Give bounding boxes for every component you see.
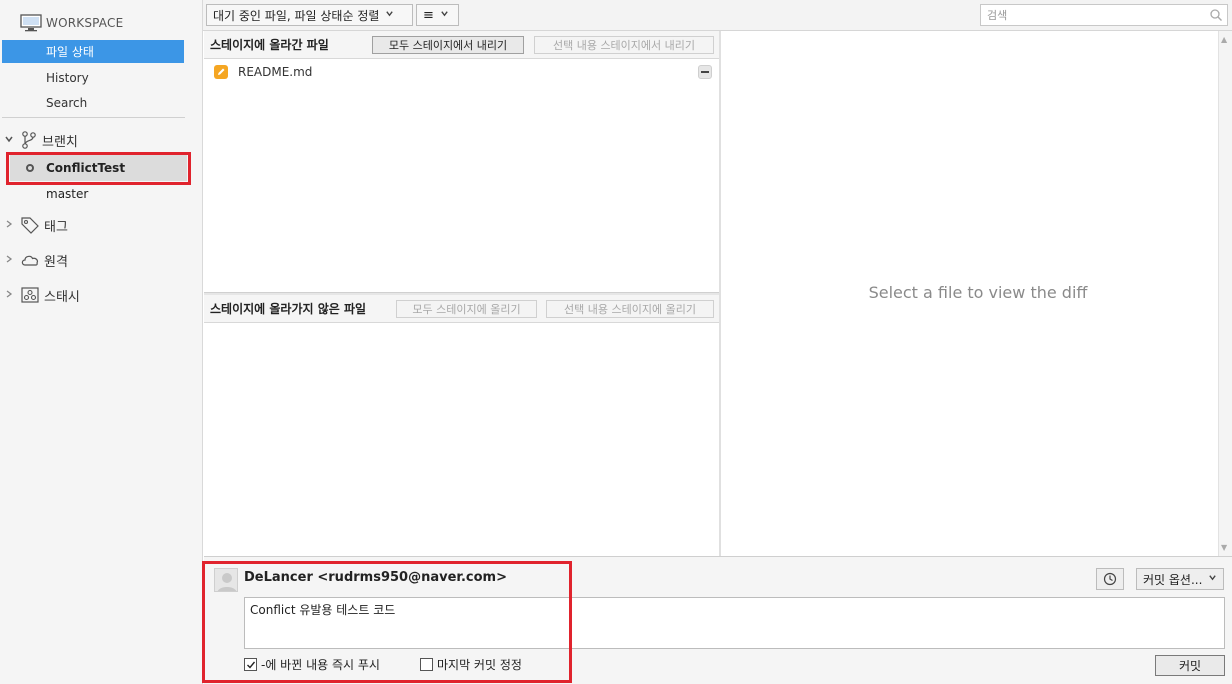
dropdown-label: 대기 중인 파일, 파일 상태순 정렬 (213, 8, 380, 23)
chevron-down-icon[interactable] (4, 134, 16, 147)
commit-panel: DeLancer <rudrms950@naver.com> 커밋 옵션... … (204, 556, 1232, 684)
checkbox-label: 마지막 커밋 정정 (437, 658, 522, 672)
unstaged-files-title: 스테이지에 올라가지 않은 파일 (210, 302, 367, 316)
sidebar-item-label: 파일 상태 (46, 45, 94, 59)
unstaged-file-list (204, 323, 719, 556)
search-input[interactable] (987, 8, 1207, 22)
chevron-down-icon (1208, 573, 1217, 585)
unstage-all-button[interactable]: 모두 스테이지에서 내리기 (372, 36, 524, 54)
diff-view: Select a file to view the diff (721, 31, 1218, 556)
amend-last-commit-option[interactable]: 마지막 커밋 정정 (420, 656, 522, 673)
file-filter-sort-dropdown[interactable]: 대기 중인 파일, 파일 상태순 정렬 (206, 4, 413, 26)
workspace-label: WORKSPACE (46, 16, 124, 30)
chevron-right-icon[interactable] (4, 254, 16, 267)
stage-selected-button[interactable]: 선택 내용 스테이지에 올리기 (546, 300, 714, 318)
commit-message-input[interactable]: Conflict 유발용 테스트 코드 (244, 597, 1225, 649)
scroll-up-icon[interactable]: ▲ (1221, 35, 1227, 44)
branch-label: master (46, 187, 89, 201)
staged-files-header: 스테이지에 올라간 파일 모두 스테이지에서 내리기 선택 내용 스테이지에서 … (204, 31, 719, 59)
button-label: 모두 스테이지에 올리기 (412, 303, 521, 316)
chevron-right-icon[interactable] (4, 289, 16, 302)
sidebar-item-file-status[interactable]: 파일 상태 (2, 40, 184, 63)
current-branch-icon (26, 164, 34, 172)
top-toolbar: 대기 중인 파일, 파일 상태순 정렬 ≡ (203, 0, 1232, 31)
search-box[interactable] (980, 4, 1228, 26)
chevron-down-icon (385, 9, 394, 21)
button-label: 커밋 (1178, 659, 1202, 673)
file-row[interactable]: README.md (212, 61, 716, 83)
push-immediately-checkbox[interactable] (244, 658, 257, 671)
unstaged-files-header: 스테이지에 올라가지 않은 파일 모두 스테이지에 올리기 선택 내용 스테이지… (204, 295, 719, 323)
stash-icon (21, 287, 39, 303)
branch-item-master[interactable]: master (10, 181, 187, 207)
scroll-down-icon[interactable]: ▼ (1221, 543, 1227, 552)
button-label: 선택 내용 스테이지에 올리기 (564, 303, 696, 316)
monitor-icon (20, 14, 42, 32)
button-label: 선택 내용 스테이지에서 내리기 (552, 39, 696, 52)
modified-file-icon (214, 65, 228, 79)
sidebar-section-remotes[interactable]: 원격 (4, 249, 68, 271)
dropdown-label: 커밋 옵션... (1143, 572, 1203, 587)
view-mode-dropdown[interactable]: ≡ (416, 4, 459, 26)
commit-message-text: Conflict 유발용 테스트 코드 (250, 603, 396, 617)
commit-author: DeLancer <rudrms950@naver.com> (244, 570, 507, 585)
commit-button[interactable]: 커밋 (1155, 655, 1225, 676)
sidebar-item-search[interactable]: Search (2, 91, 184, 114)
diff-placeholder: Select a file to view the diff (868, 283, 1088, 302)
checkbox-label: -에 바뀐 내용 즉시 푸시 (261, 658, 380, 672)
branch-label: ConflictTest (46, 161, 126, 175)
workspace-header: WORKSPACE (20, 12, 123, 34)
push-immediately-option[interactable]: -에 바뀐 내용 즉시 푸시 (244, 656, 380, 673)
search-icon[interactable] (1209, 8, 1223, 22)
sidebar-section-label: 스태시 (44, 289, 80, 305)
cloud-icon (21, 255, 38, 266)
sidebar-section-stashes[interactable]: 스태시 (4, 284, 80, 306)
button-label: 모두 스테이지에서 내리기 (388, 39, 508, 52)
staged-files-title: 스테이지에 올라간 파일 (210, 38, 329, 52)
sidebar: WORKSPACE 파일 상태 History Search 브랜치 Confl… (0, 0, 203, 684)
sidebar-section-label: 브랜치 (42, 134, 78, 150)
avatar (214, 568, 238, 592)
branch-item-conflicttest[interactable]: ConflictTest (10, 155, 187, 181)
sidebar-section-tags[interactable]: 태그 (4, 214, 68, 236)
amend-last-commit-checkbox[interactable] (420, 658, 433, 671)
sidebar-section-label: 원격 (44, 254, 68, 270)
chevron-right-icon[interactable] (4, 219, 16, 232)
branch-icon (22, 131, 36, 149)
commit-options-dropdown[interactable]: 커밋 옵션... (1136, 568, 1224, 590)
tag-icon (21, 217, 39, 234)
sidebar-divider (2, 117, 185, 118)
staged-file-list: README.md (204, 59, 719, 292)
sidebar-item-label: Search (46, 95, 88, 110)
sidebar-item-label: History (46, 70, 89, 85)
clock-icon (1103, 572, 1117, 586)
sidebar-section-branches[interactable]: 브랜치 (4, 129, 78, 151)
unstage-selected-button[interactable]: 선택 내용 스테이지에서 내리기 (534, 36, 714, 54)
file-name: README.md (238, 65, 313, 79)
unstage-file-button[interactable] (698, 65, 712, 79)
chevron-down-icon (440, 9, 449, 21)
diff-scrollbar[interactable]: ▲ ▼ (1218, 31, 1232, 556)
sidebar-item-history[interactable]: History (2, 66, 184, 89)
sidebar-section-label: 태그 (44, 219, 68, 235)
list-view-icon: ≡ (423, 7, 434, 23)
stage-all-button[interactable]: 모두 스테이지에 올리기 (396, 300, 537, 318)
commit-history-button[interactable] (1096, 568, 1124, 590)
